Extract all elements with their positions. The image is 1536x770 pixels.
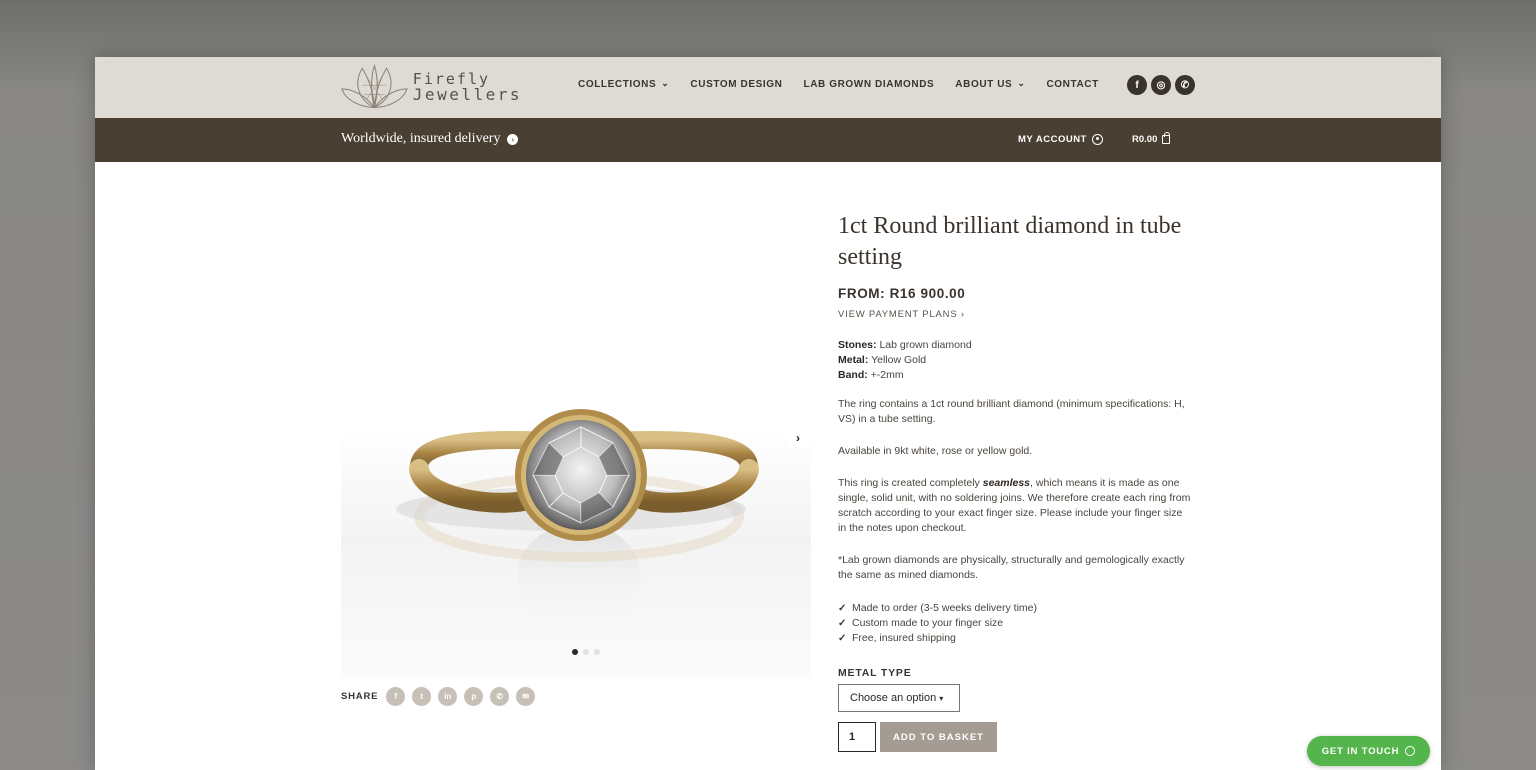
spec-value: Yellow Gold xyxy=(871,354,927,366)
description-paragraph: Available in 9kt white, rose or yellow g… xyxy=(838,445,1033,457)
slide-dot[interactable] xyxy=(583,649,589,655)
site-header: Firefly Jewellers COLLECTIONS ⌄ CUSTOM D… xyxy=(95,57,1441,118)
facebook-icon[interactable]: f xyxy=(1127,75,1147,95)
feature-list: ✓ Made to order (3-5 weeks delivery time… xyxy=(838,601,1193,646)
description-text: This ring is created completely xyxy=(838,477,983,489)
spec-row: Metal: Yellow Gold xyxy=(838,353,1193,368)
share-linkedin-icon[interactable]: in xyxy=(438,687,458,706)
product-price: FROM: R16 900.00 xyxy=(838,286,966,301)
check-icon: ✓ xyxy=(838,603,847,614)
feature-text: Custom made to your finger size xyxy=(852,617,1004,629)
whatsapp-icon xyxy=(1405,746,1416,756)
description-paragraph: *Lab grown diamonds are physically, stru… xyxy=(838,554,1185,581)
user-icon xyxy=(1091,134,1103,145)
share-pinterest-icon[interactable]: p xyxy=(464,687,484,706)
spec-label: Stones: xyxy=(838,339,877,351)
nav-label: COLLECTIONS xyxy=(578,79,657,90)
share-bar: SHARE f t in p ✆ ✉ xyxy=(341,687,542,706)
spec-value: Lab grown diamond xyxy=(879,339,972,351)
delivery-link[interactable]: Worldwide, insured delivery › xyxy=(341,131,519,147)
share-facebook-icon[interactable]: f xyxy=(386,687,406,706)
utility-bar: Worldwide, insured delivery › MY ACCOUNT… xyxy=(95,118,1441,162)
page-frame: Firefly Jewellers COLLECTIONS ⌄ CUSTOM D… xyxy=(95,57,1441,770)
shopping-bag-icon xyxy=(1162,132,1171,144)
description-emphasis: seamless xyxy=(982,477,1031,489)
next-slide-button[interactable]: › xyxy=(787,427,809,449)
metal-type-select[interactable]: Choose an option ▾ xyxy=(838,684,960,712)
share-label: SHARE xyxy=(341,691,379,702)
nav-item-contact[interactable]: CONTACT xyxy=(1046,79,1098,90)
share-twitter-icon[interactable]: t xyxy=(412,687,432,706)
nav-label: CUSTOM DESIGN xyxy=(690,79,783,90)
logo-wordmark: Firefly Jewellers xyxy=(413,71,522,103)
my-account-link[interactable]: MY ACCOUNT xyxy=(1018,134,1103,145)
logo-lotus-icon xyxy=(341,63,408,109)
product-specs: Stones: Lab grown diamond Metal: Yellow … xyxy=(838,338,1193,383)
select-value: Choose an option xyxy=(850,692,937,704)
feature-text: Free, insured shipping xyxy=(852,632,956,644)
quantity-input[interactable]: 1 xyxy=(838,722,876,752)
slide-dot[interactable] xyxy=(572,649,578,655)
purchase-row: 1 ADD TO BASKET xyxy=(838,722,1193,752)
main-nav: COLLECTIONS ⌄ CUSTOM DESIGN LAB GROWN DI… xyxy=(578,78,1120,90)
spec-label: Metal: xyxy=(838,354,869,366)
whatsapp-icon[interactable]: ✆ xyxy=(1175,75,1195,95)
account-label: MY ACCOUNT xyxy=(1018,134,1087,145)
delivery-text: Worldwide, insured delivery xyxy=(341,131,501,146)
nav-item-collections[interactable]: COLLECTIONS ⌄ xyxy=(578,78,670,90)
add-to-basket-button[interactable]: ADD TO BASKET xyxy=(880,722,997,752)
get-in-touch-label: GET IN TOUCH xyxy=(1321,745,1400,757)
spec-label: Band: xyxy=(838,369,868,381)
arrow-right-circle-icon: › xyxy=(507,133,519,145)
feature-item: ✓ Made to order (3-5 weeks delivery time… xyxy=(838,601,1193,616)
nav-item-about-us[interactable]: ABOUT US ⌄ xyxy=(955,78,1026,90)
instagram-icon[interactable]: ◎ xyxy=(1151,75,1171,95)
social-links: f ◎ ✆ xyxy=(1127,75,1195,95)
nav-label: ABOUT US xyxy=(955,79,1013,90)
metal-type-label: METAL TYPE xyxy=(838,667,912,679)
logo-line-2: Jewellers xyxy=(412,85,522,104)
spec-value: +-2mm xyxy=(870,369,904,381)
slide-dots xyxy=(572,649,600,655)
product-gallery: › xyxy=(341,217,811,679)
product-title: 1ct Round brilliant diamond in tube sett… xyxy=(838,213,1182,270)
nav-label: LAB GROWN DIAMONDS xyxy=(803,79,935,90)
spec-row: Stones: Lab grown diamond xyxy=(838,338,1193,353)
cart-link[interactable]: R0.00 xyxy=(1132,132,1171,145)
nav-item-lab-grown-diamonds[interactable]: LAB GROWN DIAMONDS xyxy=(804,79,935,90)
nav-label: CONTACT xyxy=(1046,79,1099,90)
chevron-down-icon: ⌄ xyxy=(1017,78,1026,88)
payment-plans-link[interactable]: VIEW PAYMENT PLANS › xyxy=(838,309,1193,320)
product-image[interactable] xyxy=(341,217,811,679)
chevron-down-icon: ▾ xyxy=(939,693,944,703)
nav-item-custom-design[interactable]: CUSTOM DESIGN xyxy=(690,79,782,90)
share-whatsapp-icon[interactable]: ✆ xyxy=(490,687,510,706)
product-summary: 1ct Round brilliant diamond in tube sett… xyxy=(838,211,1193,752)
feature-item: ✓ Free, insured shipping xyxy=(838,631,1193,646)
slide-dot[interactable] xyxy=(594,649,600,655)
spec-row: Band: +-2mm xyxy=(838,368,1193,383)
chevron-down-icon: ⌄ xyxy=(661,78,670,88)
description-paragraph: The ring contains a 1ct round brilliant … xyxy=(838,398,1185,425)
description-paragraph: This ring is created completely seamless… xyxy=(838,476,1193,536)
check-icon: ✓ xyxy=(838,633,847,644)
logo[interactable]: Firefly Jewellers xyxy=(340,61,522,113)
cart-total: R0.00 xyxy=(1132,134,1158,145)
feature-item: ✓ Custom made to your finger size xyxy=(838,616,1193,631)
get-in-touch-button[interactable]: GET IN TOUCH xyxy=(1307,736,1430,766)
share-email-icon[interactable]: ✉ xyxy=(516,687,536,706)
feature-text: Made to order (3-5 weeks delivery time) xyxy=(852,602,1037,614)
check-icon: ✓ xyxy=(838,618,847,629)
